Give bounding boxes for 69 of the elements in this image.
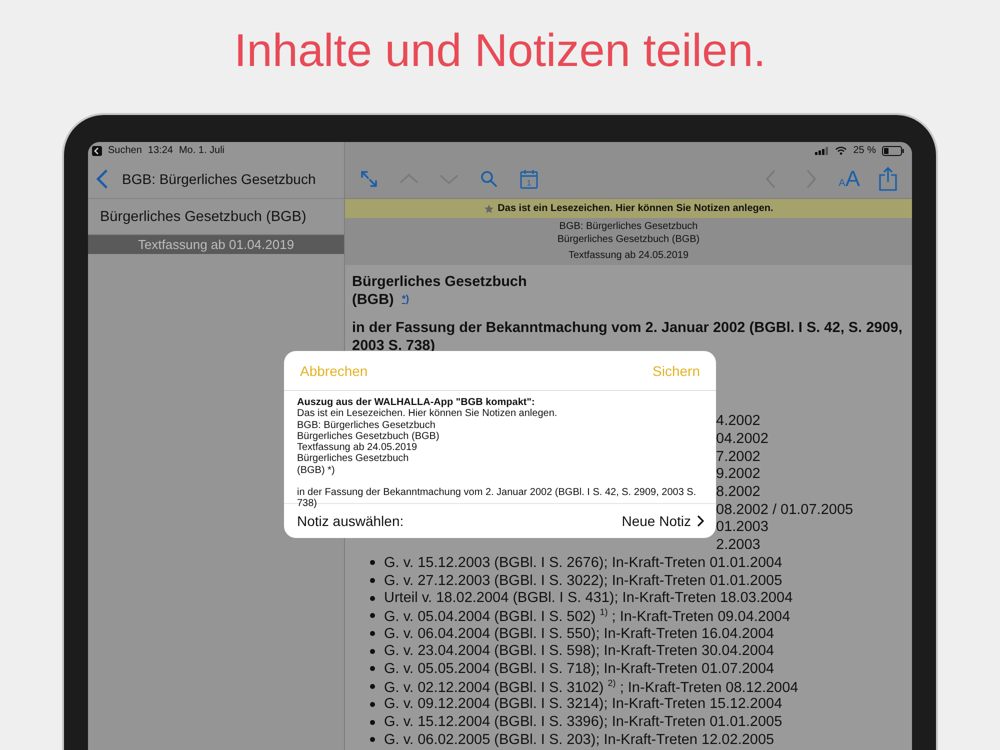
document-title: (BGB) bbox=[352, 290, 394, 308]
bullet-icon bbox=[370, 684, 375, 690]
note-label: Notiz auswählen: bbox=[297, 513, 404, 529]
excerpt-line: Textfassung ab 24.05.2019 bbox=[297, 442, 418, 454]
battery-icon bbox=[882, 146, 904, 156]
sidebar-title: BGB: Bürgerliches Gesetzbuch bbox=[122, 170, 316, 186]
status-time: 13:24 bbox=[148, 145, 173, 156]
amendment-item: G. v. 06.02.2005 (BGBl. I S. 203); In-Kraft-Treten 12.02.2005 bbox=[384, 732, 774, 748]
cancel-button[interactable]: Abbrechen bbox=[300, 362, 368, 378]
amendment-item: 7.2002 bbox=[716, 448, 760, 465]
sidebar-item[interactable]: Textfassung ab 01.04.2019 bbox=[88, 235, 344, 254]
amendment-item: G. v. 15.12.2003 (BGBl. I S. 2676); In-Kraft-Treten 01.01.2004 bbox=[384, 554, 782, 571]
note-select-button[interactable]: Neue Notiz bbox=[622, 513, 704, 529]
expand-icon bbox=[359, 168, 379, 188]
amendment-item: G. v. 06.04.2004 (BGBl. I S. 550); In-Kraft-Treten 16.04.2004 bbox=[384, 626, 774, 642]
amendment-item: Urteil v. 18.02.2004 (BGBl. I S. 431); In-Kraft-Treten 18.03.2004 bbox=[384, 590, 793, 606]
excerpt-line: Das ist ein Lesezeichen. Hier können Sie Notizen anlegen. bbox=[297, 408, 558, 420]
header-line: Textfassung ab 24.05.2019 bbox=[568, 250, 689, 262]
battery-percent: 25 % bbox=[853, 145, 876, 156]
back-chevron-icon[interactable] bbox=[96, 168, 108, 188]
amendment-item: G. v. 09.12.2004 (BGBl. I S. 3214); In-Kraft-Treten 15.12.2004 bbox=[384, 696, 782, 712]
bullet-icon bbox=[370, 666, 375, 672]
back-app-label[interactable]: Suchen bbox=[108, 145, 142, 156]
bullet-icon bbox=[370, 702, 375, 707]
amendment-item: G. v. 23.04.2004 (BGBl. I S. 598); In-Kraft-Treten 30.04.2004 bbox=[384, 643, 774, 660]
back-app-icon bbox=[92, 146, 102, 156]
signal-icon bbox=[815, 146, 830, 154]
amendment-item: 04.2002 bbox=[716, 431, 768, 448]
chevron-right-icon bbox=[697, 515, 704, 527]
document-subtitle: in der Fassung der Bekanntmachung vom 2. Januar 2002 (BGBl. I S. 42, S. 2909, 2003 S. 738) bbox=[352, 318, 904, 354]
bullet-icon bbox=[370, 578, 375, 584]
search-icon bbox=[479, 168, 499, 188]
bullet-icon bbox=[370, 631, 375, 636]
star-icon bbox=[484, 204, 494, 214]
share-button[interactable] bbox=[876, 166, 900, 190]
excerpt-paragraph: in der Fassung der Bekanntmachung vom 2. Januar 2002 (BGBl. I S. 42, S. 2909, 2003 S. 738) bbox=[297, 487, 698, 510]
text-size-button[interactable]: AA bbox=[838, 166, 860, 192]
excerpt-heading: Auszug aus der WALHALLA-App "BGB kompakt": bbox=[297, 397, 536, 408]
save-button[interactable]: Sichern bbox=[652, 362, 700, 378]
amendment-item: 4.2002 bbox=[716, 413, 760, 430]
bullet-icon bbox=[370, 613, 375, 618]
bullet-icon bbox=[370, 596, 375, 601]
header-line: Bürgerliches Gesetzbuch (BGB) bbox=[557, 234, 700, 246]
excerpt-line: Bürgerliches Gesetzbuch (BGB) bbox=[297, 430, 440, 442]
bullet-icon bbox=[370, 737, 375, 742]
amendment-item: 8.2002 bbox=[716, 484, 760, 500]
share-icon bbox=[878, 166, 898, 190]
amendment-item: 01.2003 bbox=[716, 519, 768, 536]
amendment-item: G. v. 05.04.2004 (BGBl. I S. 502) $^{1)}$ ; In-Kraft-Treten 09.04.2004 bbox=[384, 607, 790, 625]
bullet-icon bbox=[370, 648, 375, 654]
excerpt-line: (BGB) *) bbox=[297, 464, 336, 476]
headline: Inhalte und Notizen teilen. bbox=[233, 22, 767, 78]
amendment-item: 2.2003 bbox=[716, 537, 760, 554]
bookmark-text: Das ist ein Lesezeichen. Hier können Sie Notizen anlegen. bbox=[498, 203, 774, 214]
amendment-item: G. v. 27.12.2003 (BGBl. I S. 3022); In-Kraft-Treten 01.01.2005 bbox=[384, 572, 782, 589]
amendment-item: G. v. 02.12.2004 (BGBl. I S. 3102) $^{2)}$ ; In-Kraft-Treten 08.12.2004 bbox=[384, 678, 798, 696]
header-line: BGB: Bürgerliches Gesetzbuch bbox=[559, 221, 698, 234]
bullet-icon bbox=[370, 560, 375, 566]
amendment-item: 9.2002 bbox=[716, 466, 760, 482]
footnote-link[interactable]: *) bbox=[402, 290, 410, 308]
document-title: Bürgerliches Gesetzbuch bbox=[352, 272, 528, 290]
excerpt-line: BGB: Bürgerliches Gesetzbuch bbox=[297, 420, 436, 431]
status-date: Mo. 1. Juli bbox=[178, 145, 225, 156]
bullet-icon bbox=[370, 720, 375, 725]
amendment-item: G. v. 15.12.2004 (BGBl. I S. 3396); In-Kraft-Treten 01.01.2005 bbox=[384, 714, 782, 730]
amendment-item: 08.2002 / 01.07.2005 bbox=[716, 502, 854, 518]
wifi-icon bbox=[835, 146, 848, 155]
excerpt-line: Bürgerliches Gesetzbuch bbox=[297, 453, 410, 465]
amendment-item: G. v. 05.05.2004 (BGBl. I S. 718); In-Kraft-Treten 01.07.2004 bbox=[384, 660, 774, 677]
